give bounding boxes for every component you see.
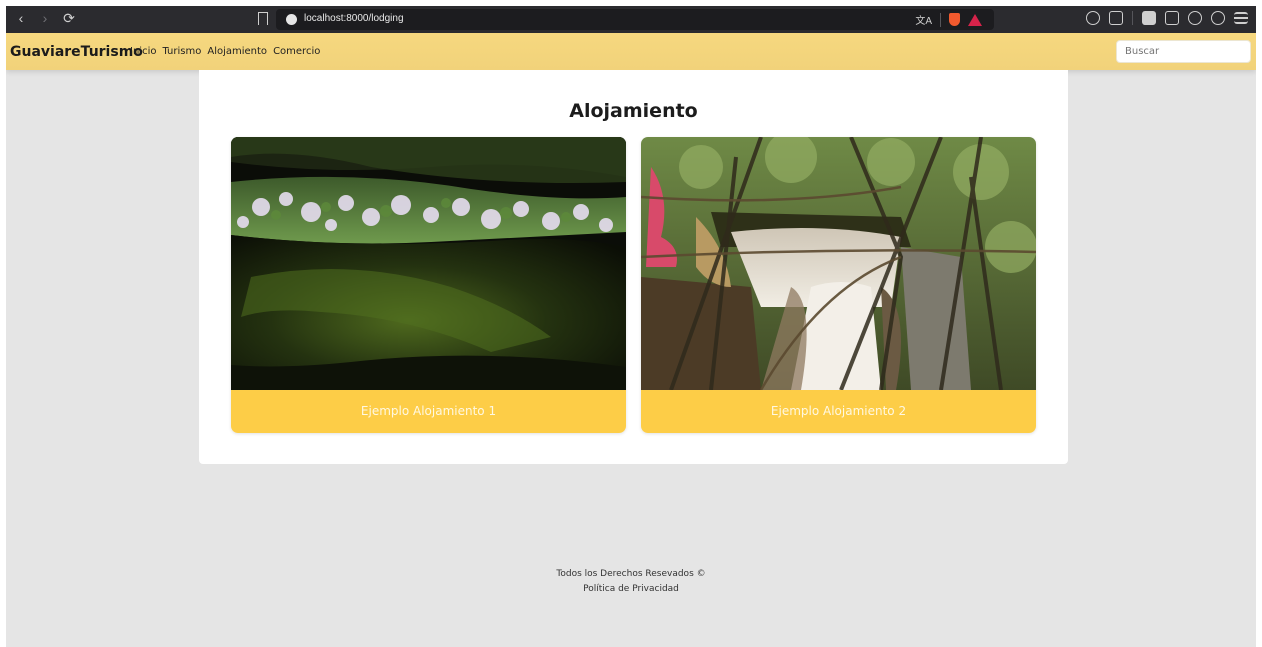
nav-link-inicio[interactable]: Inicio [130,46,156,57]
footer: Todos los Derechos Resevados © Política … [6,567,1256,597]
chat-icon[interactable] [1086,11,1100,25]
menu-icon[interactable] [1234,12,1248,24]
nav-links: Inicio Turismo Alojamiento Comercio [130,46,320,57]
forward-icon[interactable]: › [38,10,52,27]
lodging-card-2-label[interactable]: Ejemplo Alojamiento 2 [641,390,1036,433]
wallet-icon[interactable] [1165,11,1179,25]
lodging-card-1[interactable]: Ejemplo Alojamiento 1 [231,137,626,433]
lodging-card-1-label[interactable]: Ejemplo Alojamiento 1 [231,390,626,433]
bookmark-icon[interactable] [258,12,268,25]
nav-link-alojamiento[interactable]: Alojamiento [207,46,267,57]
browser-extensions [1086,11,1248,25]
nav-link-comercio[interactable]: Comercio [273,46,320,57]
lodging-image-2[interactable] [641,137,1036,390]
site-navbar: GuaviareTurismo Inicio Turismo Alojamien… [6,33,1256,70]
divider [940,12,941,27]
vpn-icon[interactable] [1211,11,1225,25]
translate-icon[interactable]: 文A [915,12,932,27]
site-info-icon[interactable] [286,14,297,25]
screenshot-icon[interactable] [1109,11,1123,25]
divider [1132,11,1133,25]
page-title: Alojamiento [569,100,698,122]
lodging-card-2[interactable]: Ejemplo Alojamiento 2 [641,137,1036,433]
copyright-text: Todos los Derechos Resevados © [556,569,706,579]
brave-shields-icon[interactable] [949,13,960,26]
lodging-image-1[interactable] [231,137,626,390]
search-input[interactable] [1116,40,1251,63]
url-text[interactable]: localhost:8000/lodging [304,13,404,24]
sidebar-icon[interactable] [1142,11,1156,25]
address-bar-actions: 文A [915,12,982,27]
brand-logo[interactable]: GuaviareTurismo [10,44,143,60]
address-bar[interactable]: localhost:8000/lodging 文A [276,9,994,30]
browser-toolbar: ‹ › ⟳ localhost:8000/lodging 文A [6,6,1256,33]
reload-icon[interactable]: ⟳ [62,10,76,27]
brave-rewards-icon[interactable] [968,13,982,26]
extensions-icon[interactable] [1188,11,1202,25]
browser-window: ‹ › ⟳ localhost:8000/lodging 文A Guaviare… [6,6,1256,647]
content-panel: Alojamiento Ejemplo Alojamiento 1 Ejempl… [199,70,1068,464]
browser-nav-buttons: ‹ › ⟳ [14,10,76,27]
back-icon[interactable]: ‹ [14,10,28,27]
privacy-policy-link[interactable]: Política de Privacidad [6,582,1256,597]
nav-link-turismo[interactable]: Turismo [162,46,201,57]
